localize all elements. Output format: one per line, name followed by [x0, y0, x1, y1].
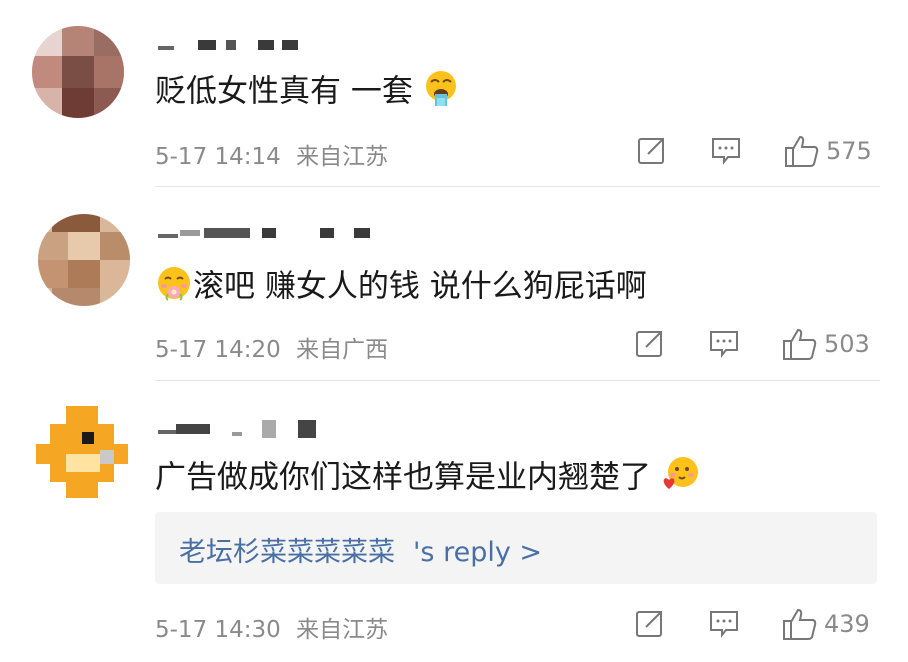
thumbs-up-icon[interactable]	[782, 327, 818, 365]
divider	[155, 186, 880, 187]
comment-text: 滚吧 赚女人的钱 说什么狗屁话啊	[155, 264, 647, 312]
reply-suffix: 's reply >	[413, 537, 543, 568]
comment-text: 广告做成你们这样也算是业内翘楚了	[155, 454, 701, 504]
comment-date: 5-17 14:30	[155, 617, 281, 643]
avatar[interactable]	[36, 406, 128, 498]
comment-item: 贬低女性真有 一套 5-17 14:14 来自江苏 575	[0, 0, 908, 190]
comment-location: 来自广西	[296, 337, 389, 363]
share-icon[interactable]	[636, 134, 668, 170]
like-count: 503	[824, 330, 870, 358]
reply-preview[interactable]: 老坛杉菜菜菜菜菜 's reply >	[155, 512, 877, 584]
avatar[interactable]	[32, 26, 124, 118]
comment-actions: 503	[588, 327, 908, 367]
comment-text: 贬低女性真有 一套	[155, 70, 459, 116]
username-redacted[interactable]	[158, 40, 298, 54]
comment-location: 来自江苏	[296, 617, 389, 643]
heart-blush-emoji	[661, 454, 701, 504]
comment-meta: 5-17 14:20 来自广西	[155, 330, 396, 364]
share-icon[interactable]	[634, 607, 666, 643]
comment-item: 滚吧 赚女人的钱 说什么狗屁话啊 5-17 14:20 来自广西 503	[0, 190, 908, 382]
username-redacted[interactable]	[158, 228, 388, 242]
share-icon[interactable]	[634, 327, 666, 363]
comment-date: 5-17 14:14	[155, 144, 281, 170]
comment-date: 5-17 14:20	[155, 337, 281, 363]
like-count: 575	[826, 137, 872, 165]
comment-icon[interactable]	[710, 134, 742, 170]
like-count: 439	[824, 610, 870, 638]
comment-icon[interactable]	[708, 327, 740, 363]
vomit-emoji	[423, 70, 459, 116]
comment-meta: 5-17 14:14 来自江苏	[155, 137, 396, 171]
comment-item: 广告做成你们这样也算是业内翘楚了 老坛杉菜菜菜菜菜 's reply > 5-17…	[0, 382, 908, 662]
reply-author: 老坛杉菜菜菜菜菜	[179, 537, 395, 568]
comment-actions: 575	[588, 134, 908, 174]
comment-icon[interactable]	[708, 607, 740, 643]
divider	[155, 380, 880, 381]
comment-actions: 439	[588, 607, 908, 647]
thumbs-up-icon[interactable]	[782, 607, 818, 645]
comment-meta: 5-17 14:30 来自江苏	[155, 610, 396, 644]
comment-location: 来自江苏	[296, 144, 389, 170]
flower-smile-emoji	[155, 264, 193, 312]
reply-link[interactable]: 老坛杉菜菜菜菜菜 's reply >	[179, 530, 542, 569]
thumbs-up-icon[interactable]	[784, 134, 820, 172]
avatar[interactable]	[38, 214, 130, 306]
username-redacted[interactable]	[158, 420, 328, 438]
